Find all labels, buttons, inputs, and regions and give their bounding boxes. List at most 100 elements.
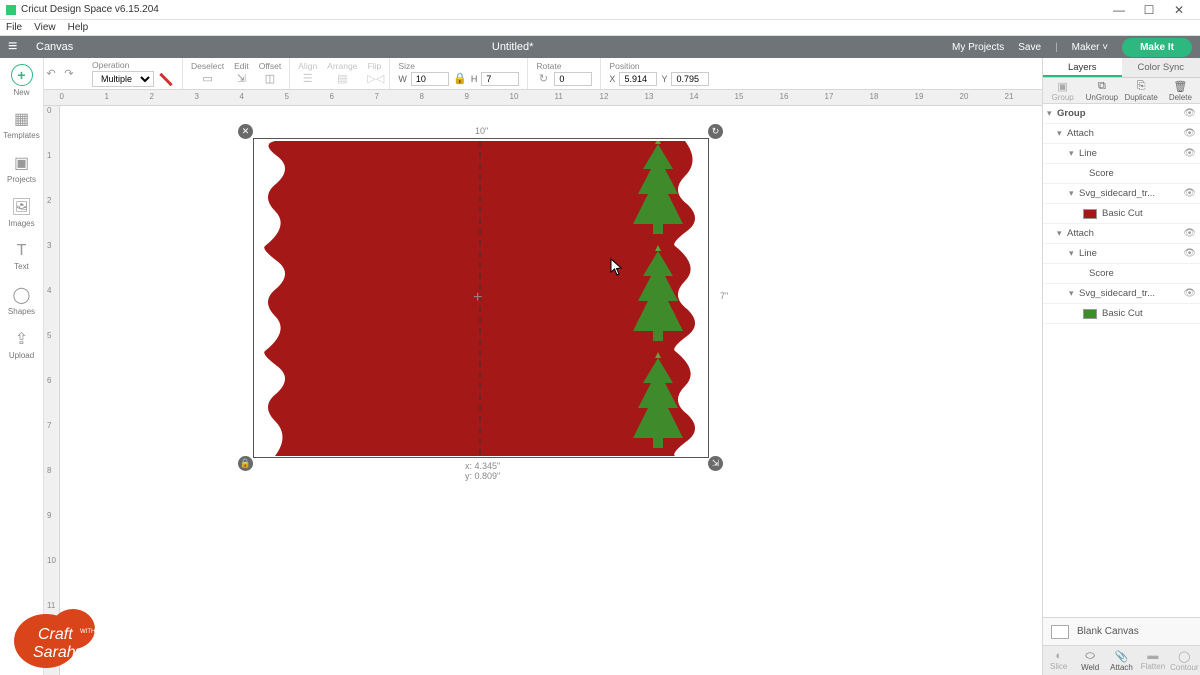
new-button[interactable]: +New: [0, 58, 43, 102]
flip-icon[interactable]: ▷◁: [367, 72, 381, 86]
weld-icon: ⬭: [1085, 650, 1094, 663]
lock-handle[interactable]: 🔒: [238, 456, 253, 471]
window-minimize-button[interactable]: —: [1104, 3, 1134, 17]
menu-file[interactable]: File: [6, 22, 22, 33]
window-maximize-button[interactable]: ☐: [1134, 3, 1164, 17]
blank-canvas-row[interactable]: Blank Canvas: [1043, 617, 1200, 645]
arrange-icon[interactable]: ▤: [335, 72, 349, 86]
layer-basiccut-green[interactable]: Basic Cut: [1043, 304, 1200, 324]
rotate-label: Rotate: [536, 61, 592, 71]
operation-select[interactable]: Multiple: [92, 71, 154, 87]
layer-group[interactable]: ▾Group👁: [1043, 104, 1200, 124]
layer-line[interactable]: ▾Line👁: [1043, 144, 1200, 164]
trash-icon: 🗑: [1173, 80, 1187, 93]
undo-icon[interactable]: ↶: [44, 67, 58, 81]
resize-handle[interactable]: ⇲: [708, 456, 723, 471]
pos-x-input[interactable]: [619, 72, 657, 86]
edit-icon[interactable]: ⇲: [234, 72, 248, 86]
flatten-button: ▬Flatten: [1137, 646, 1168, 675]
group-action: ▣Group: [1043, 78, 1082, 103]
projects-button[interactable]: ▣Projects: [0, 146, 43, 190]
svg-text:WITH: WITH: [80, 629, 95, 635]
redo-icon[interactable]: ↷: [62, 67, 76, 81]
design-canvas[interactable]: ✕ ↻ 🔒 ⇲ 10" 7" x: 4.345" y: 0.809" +: [60, 106, 1042, 675]
center-crosshair: +: [473, 289, 482, 307]
ungroup-action[interactable]: ⧉UnGroup: [1082, 78, 1121, 103]
visibility-icon[interactable]: 👁: [1183, 108, 1196, 119]
width-dim-label: 10": [475, 126, 488, 136]
make-it-button[interactable]: Make It: [1122, 38, 1192, 57]
contour-icon: ◯: [1178, 650, 1190, 663]
my-projects-link[interactable]: My Projects: [952, 42, 1004, 53]
position-label: Position: [609, 61, 709, 71]
layer-score-2[interactable]: Score: [1043, 264, 1200, 284]
layer-svg-1[interactable]: ▾Svg_sidecard_tr...👁: [1043, 184, 1200, 204]
visibility-icon[interactable]: 👁: [1183, 248, 1196, 259]
visibility-icon[interactable]: 👁: [1183, 228, 1196, 239]
weld-button[interactable]: ⬭Weld: [1074, 646, 1105, 675]
window-titlebar: Cricut Design Space v6.15.204 — ☐ ✕: [0, 0, 1200, 20]
images-button[interactable]: 🖼Images: [0, 190, 43, 234]
horizontal-ruler: 0123456789101112131415161718192021: [44, 90, 1042, 106]
width-input[interactable]: [411, 72, 449, 86]
layer-line-2[interactable]: ▾Line👁: [1043, 244, 1200, 264]
templates-button[interactable]: ▦Templates: [0, 102, 43, 146]
lock-aspect-icon[interactable]: 🔒: [453, 72, 467, 86]
slice-button: ◐Slice: [1043, 646, 1074, 675]
document-title: Untitled*: [73, 41, 952, 53]
text-icon: T: [17, 242, 27, 260]
rotate-input[interactable]: [554, 72, 592, 86]
duplicate-action[interactable]: ⎘Duplicate: [1122, 78, 1161, 103]
menu-view[interactable]: View: [34, 22, 56, 33]
menu-bar: File View Help: [0, 20, 1200, 36]
linetype-swatch[interactable]: [159, 72, 172, 85]
app-icon: [6, 5, 16, 15]
operation-label: Operation: [92, 60, 174, 70]
layers-tree[interactable]: ▾Group👁 ▾Attach👁 ▾Line👁 Score ▾Svg_sidec…: [1043, 104, 1200, 617]
hamburger-icon[interactable]: ≡: [8, 38, 26, 56]
visibility-icon[interactable]: 👁: [1183, 128, 1196, 139]
tab-layers[interactable]: Layers: [1043, 58, 1122, 77]
ungroup-icon: ⧉: [1098, 80, 1106, 93]
layer-attach[interactable]: ▾Attach👁: [1043, 124, 1200, 144]
edit-toolbar: ↶ ↷ Operation Multiple Deselect▭ Edit⇲ O…: [0, 58, 1200, 90]
left-sidebar: +New ▦Templates ▣Projects 🖼Images TText …: [0, 58, 44, 675]
deselect-icon[interactable]: ▭: [201, 72, 215, 86]
offset-icon[interactable]: ◫: [263, 72, 277, 86]
visibility-icon[interactable]: 👁: [1183, 148, 1196, 159]
images-icon: 🖼: [11, 197, 31, 217]
rotate-handle[interactable]: ↻: [708, 124, 723, 139]
tab-color-sync[interactable]: Color Sync: [1122, 58, 1200, 77]
align-icon[interactable]: ☰: [301, 72, 315, 86]
attach-icon: 📎: [1115, 650, 1129, 663]
layer-score[interactable]: Score: [1043, 164, 1200, 184]
canvas-swatch: [1051, 625, 1069, 639]
machine-select[interactable]: Maker ˅: [1072, 42, 1108, 53]
svg-text:Sarah: Sarah: [33, 644, 76, 661]
pos-x-label: x: 4.345": [465, 461, 500, 471]
pos-y-input[interactable]: [671, 72, 709, 86]
upload-button[interactable]: ⇪Upload: [0, 322, 43, 366]
layer-basiccut-red[interactable]: Basic Cut: [1043, 204, 1200, 224]
delete-action[interactable]: 🗑Delete: [1161, 78, 1200, 103]
attach-button[interactable]: 📎Attach: [1106, 646, 1137, 675]
window-close-button[interactable]: ✕: [1164, 3, 1194, 17]
shapes-icon: ◯: [13, 285, 31, 305]
vertical-ruler: 0123456789101112: [44, 106, 60, 675]
save-link[interactable]: Save: [1018, 42, 1041, 53]
text-button[interactable]: TText: [0, 234, 43, 278]
canvas-label: Canvas: [36, 41, 73, 53]
shapes-button[interactable]: ◯Shapes: [0, 278, 43, 322]
visibility-icon[interactable]: 👁: [1183, 288, 1196, 299]
app-title: Cricut Design Space v6.15.204: [21, 4, 159, 15]
menu-help[interactable]: Help: [68, 22, 89, 33]
delete-handle[interactable]: ✕: [238, 124, 253, 139]
layer-attach-2[interactable]: ▾Attach👁: [1043, 224, 1200, 244]
visibility-icon[interactable]: 👁: [1183, 188, 1196, 199]
divider: |: [1055, 42, 1058, 53]
upload-icon: ⇪: [15, 329, 28, 349]
pos-y-label: y: 0.809": [465, 471, 500, 481]
rotate-icon: ↻: [536, 72, 550, 86]
height-input[interactable]: [481, 72, 519, 86]
layer-svg-2[interactable]: ▾Svg_sidecard_tr...👁: [1043, 284, 1200, 304]
